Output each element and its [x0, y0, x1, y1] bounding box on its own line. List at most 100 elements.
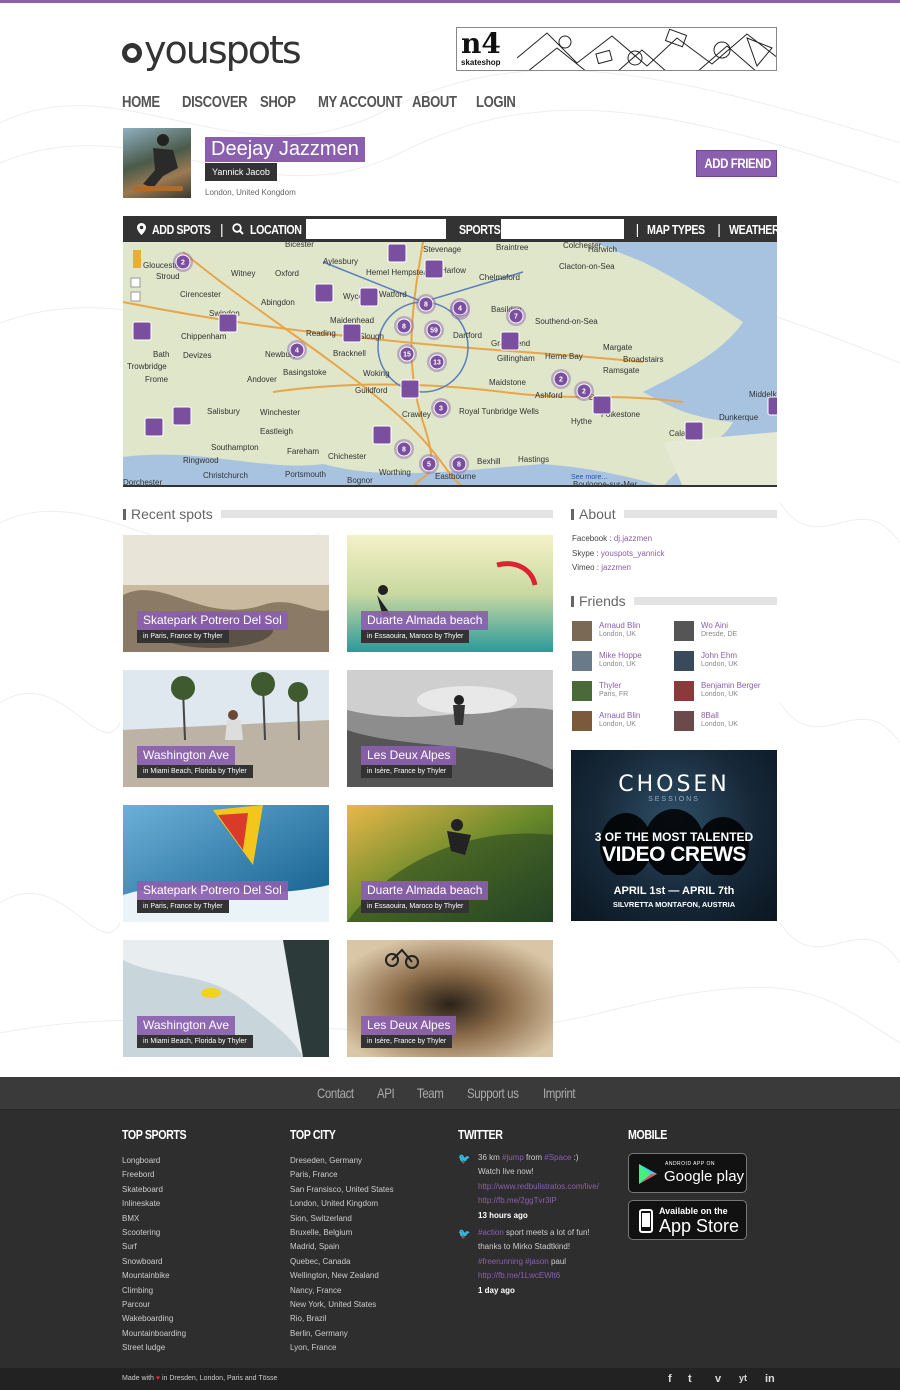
map-spot-pin[interactable]	[767, 396, 777, 416]
sport-link[interactable]: Mountainbike	[122, 1269, 200, 1283]
map-canvas[interactable]: BicesterAylesburyStevenage Braintree Colch…	[123, 242, 777, 487]
sport-link[interactable]: Mountainboarding	[122, 1327, 200, 1341]
sport-link[interactable]: Freebord	[122, 1168, 200, 1182]
spot-card[interactable]: Les Deux Alpes in Isère, France by Thyle…	[347, 670, 553, 787]
nav-discover[interactable]: DISCOVER	[182, 94, 254, 114]
friend-item[interactable]: Mike Hoppe London, UK	[572, 651, 672, 675]
hashtag-link[interactable]: #Space	[544, 1153, 571, 1162]
chosen-sessions-ad[interactable]: CHOSEN SESSIONS 3 OF THE MOST TALENTED V…	[571, 750, 777, 921]
tweet-link[interactable]: http://fb.me/2ggTvr3lP	[478, 1196, 557, 1205]
map-spot-pin[interactable]	[314, 283, 334, 303]
sport-link[interactable]: Inlineskate	[122, 1197, 200, 1211]
map-spot-pin[interactable]	[592, 395, 612, 415]
sport-link[interactable]: Surf	[122, 1240, 200, 1254]
linkedin-icon[interactable]: in	[765, 1373, 775, 1385]
footer-link-team[interactable]: Team	[417, 1085, 447, 1101]
spot-card[interactable]: Washington Ave in Miami Beach, Florida b…	[123, 940, 329, 1057]
map-spot-pin[interactable]	[424, 259, 444, 279]
map-cluster-marker[interactable]: 13	[427, 352, 447, 372]
footer-link-contact[interactable]: Contact	[317, 1085, 357, 1101]
nav-my-account[interactable]: MY ACCOUNT	[318, 94, 406, 114]
vimeo-icon[interactable]: v	[715, 1373, 721, 1385]
youspots-logo[interactable]: youspots	[122, 28, 302, 72]
friend-item[interactable]: John Ehm London, UK	[674, 651, 774, 675]
map-spot-pin[interactable]	[342, 323, 362, 343]
map-spot-pin[interactable]	[172, 406, 192, 426]
map-cluster-marker[interactable]: 59	[424, 320, 444, 340]
twitter-icon[interactable]: t	[688, 1373, 692, 1385]
city-link[interactable]: Bruxelle, Belgium	[290, 1226, 394, 1240]
app-store-badge[interactable]: Available on the App Store	[628, 1200, 747, 1240]
footer-link-imprint[interactable]: Imprint	[543, 1085, 583, 1101]
sports-input[interactable]	[500, 219, 624, 239]
skype-link[interactable]: youspots_yannick	[601, 549, 665, 558]
spot-card[interactable]: Washington Ave in Miami Beach, Florida b…	[123, 670, 329, 787]
city-link[interactable]: Berlin, Germany	[290, 1327, 394, 1341]
friend-item[interactable]: Thyler Paris, FR	[572, 681, 672, 705]
map-spot-pin[interactable]	[684, 421, 704, 441]
map-cluster-marker[interactable]: 4	[287, 340, 307, 360]
map-cluster-marker[interactable]: 8	[394, 439, 414, 459]
map-cluster-marker[interactable]: 8	[394, 316, 414, 336]
spot-card[interactable]: Skatepark Potrero Del Sol in Paris, Fran…	[123, 535, 329, 652]
friend-item[interactable]: Wo Aini Dresde, DE	[674, 621, 774, 645]
weather-button[interactable]: WEATHER	[729, 222, 790, 237]
spot-card[interactable]: Skatepark Potrero Del Sol in Paris, Fran…	[123, 805, 329, 922]
map-spot-pin[interactable]	[372, 425, 392, 445]
sport-link[interactable]: Longboard	[122, 1154, 200, 1168]
map-cluster-marker[interactable]: 4	[450, 298, 470, 318]
friend-item[interactable]: Arnaud Blin London, UK	[572, 621, 672, 645]
nav-shop[interactable]: SHOP	[260, 94, 312, 114]
tweet-link[interactable]: http://www.redbullstratos.com/live/	[478, 1182, 599, 1191]
vimeo-link[interactable]: jazzmen	[601, 563, 631, 572]
location-input[interactable]	[305, 219, 446, 239]
map-cluster-marker[interactable]: 2	[173, 252, 193, 272]
sport-link[interactable]: Parcour	[122, 1298, 200, 1312]
map-see-more-link[interactable]: See more...	[571, 474, 607, 481]
hashtag-link[interactable]: #jump	[502, 1153, 524, 1162]
n4-skateshop-banner[interactable]: n4 skateshop	[456, 27, 777, 71]
map-spot-pin[interactable]	[144, 417, 164, 437]
city-link[interactable]: Sion, Switzerland	[290, 1212, 394, 1226]
city-link[interactable]: Dreseden, Germany	[290, 1154, 394, 1168]
friend-item[interactable]: Arnaud Blin London, UK	[572, 711, 672, 735]
add-spots-button[interactable]: ADD SPOTS	[137, 222, 212, 237]
city-link[interactable]: Rio, Brazil	[290, 1312, 394, 1326]
nav-login[interactable]: LOGIN	[476, 94, 526, 114]
sport-link[interactable]: Scootering	[122, 1226, 200, 1240]
spot-card[interactable]: Les Deux Alpes in Isère, France by Thyle…	[347, 940, 553, 1057]
map-spot-pin[interactable]	[400, 379, 420, 399]
city-link[interactable]: Lyon, France	[290, 1341, 394, 1355]
google-play-badge[interactable]: ANDROID APP ON Google play	[628, 1153, 747, 1193]
map-types-button[interactable]: MAP TYPES	[647, 222, 709, 237]
map-spot-pin[interactable]	[359, 287, 379, 307]
nav-about[interactable]: ABOUT	[412, 94, 470, 114]
city-link[interactable]: London, United Kingdom	[290, 1197, 394, 1211]
city-link[interactable]: Quebec, Canada	[290, 1255, 394, 1269]
sport-link[interactable]: Street ludge	[122, 1341, 200, 1355]
map-cluster-marker[interactable]: 3	[431, 398, 451, 418]
spots-map[interactable]: Bicester Aylesbury Stevenage Braintree Colch…	[123, 242, 777, 487]
facebook-icon[interactable]: f	[668, 1373, 672, 1385]
footer-link-support[interactable]: Support us	[467, 1085, 523, 1101]
map-cluster-marker[interactable]: 7	[506, 306, 526, 326]
youtube-icon[interactable]: yt	[739, 1373, 747, 1383]
map-cluster-marker[interactable]: 15	[397, 344, 417, 364]
map-cluster-marker[interactable]: 2	[574, 381, 594, 401]
sport-link[interactable]: Climbing	[122, 1284, 200, 1298]
map-spot-pin[interactable]	[132, 321, 152, 341]
city-link[interactable]: San Fransisco, United States	[290, 1183, 394, 1197]
city-link[interactable]: Wellington, New Zealand	[290, 1269, 394, 1283]
map-cluster-marker[interactable]: 8	[449, 454, 469, 474]
facebook-link[interactable]: dj.jazzmen	[614, 534, 652, 543]
map-spot-pin[interactable]	[218, 313, 238, 333]
map-cluster-marker[interactable]: 2	[551, 369, 571, 389]
city-link[interactable]: Madrid, Spain	[290, 1240, 394, 1254]
sport-link[interactable]: BMX	[122, 1212, 200, 1226]
city-link[interactable]: New York, United States	[290, 1298, 394, 1312]
hashtag-link[interactable]: #jason	[525, 1257, 549, 1266]
sport-link[interactable]: Wakeboarding	[122, 1312, 200, 1326]
footer-link-api[interactable]: API	[377, 1085, 397, 1101]
nav-home[interactable]: HOME	[122, 94, 176, 114]
sport-link[interactable]: Snowboard	[122, 1255, 200, 1269]
